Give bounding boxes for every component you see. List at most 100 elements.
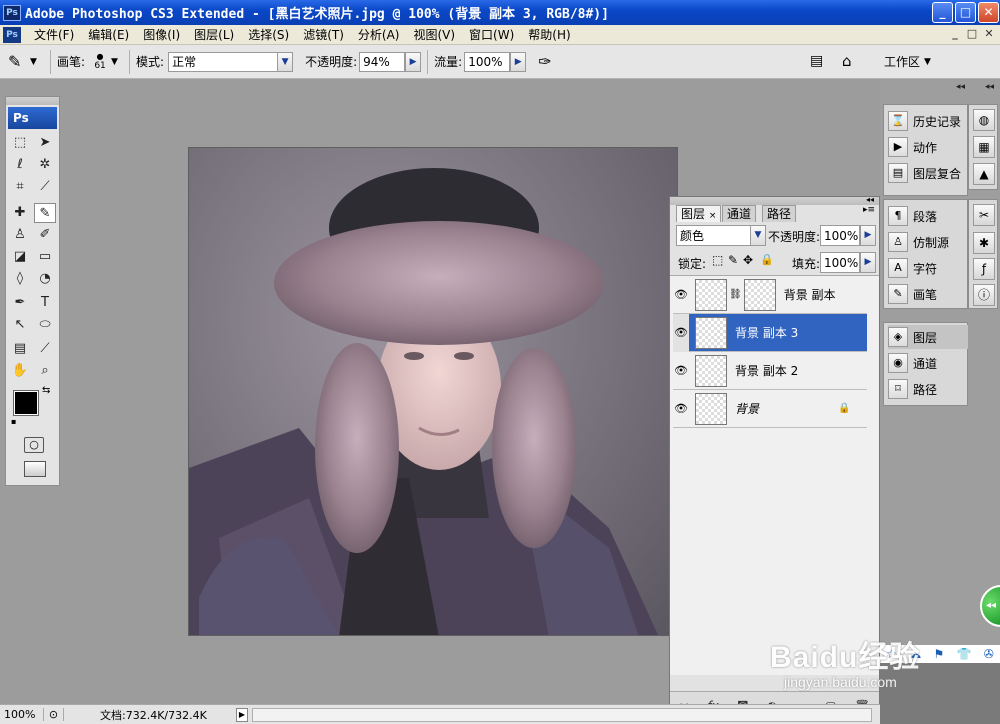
- healing-brush-tool-icon[interactable]: ✚: [9, 203, 31, 223]
- opacity-input[interactable]: 94%: [359, 51, 406, 72]
- swatches-icon[interactable]: ▦: [973, 136, 995, 158]
- close-button[interactable]: ✕: [978, 2, 999, 23]
- menu-filter[interactable]: 滤镜(T): [296, 26, 351, 43]
- brush-preview[interactable]: ● 61: [89, 52, 111, 71]
- menu-help[interactable]: 帮助(H): [521, 26, 577, 43]
- eye-icon[interactable]: 👁: [673, 402, 689, 415]
- dock-collapse-icon-2[interactable]: ◂◂: [985, 82, 994, 92]
- fx-panel-icon[interactable]: ƒ: [973, 258, 995, 280]
- minimize-button[interactable]: _: [932, 2, 953, 23]
- status-options-icon[interactable]: ⊙: [44, 708, 64, 721]
- dock-history[interactable]: ⌛ 历史记录: [888, 109, 968, 133]
- tab-close-icon[interactable]: ×: [709, 211, 717, 221]
- brush-tool-preset-icon[interactable]: ✎: [8, 52, 30, 71]
- layer-row-selected[interactable]: 👁 背景 副本 3: [673, 313, 867, 352]
- dock-layers[interactable]: ◈ 图层: [888, 325, 968, 349]
- wrench-icon[interactable]: ✇: [984, 647, 994, 661]
- navigator-icon[interactable]: ◍: [973, 109, 995, 131]
- swap-colors-icon[interactable]: ⇆: [42, 385, 50, 396]
- horizontal-scrollbar[interactable]: [252, 708, 872, 722]
- tab-layers[interactable]: 图层 ×: [676, 205, 722, 222]
- layer-opacity-slider-icon[interactable]: ▶: [860, 225, 876, 246]
- clone-stamp-tool-icon[interactable]: ♙: [9, 225, 31, 245]
- zoom-value[interactable]: 100%: [0, 708, 44, 721]
- doc-restore-button[interactable]: □: [965, 27, 979, 41]
- document-canvas[interactable]: [188, 147, 678, 636]
- styles-icon[interactable]: ▲: [973, 163, 995, 185]
- preset-dropdown-icon[interactable]: ▼: [30, 57, 44, 67]
- layer-opacity-input[interactable]: 100%: [820, 225, 860, 246]
- flow-slider-icon[interactable]: ▶: [510, 51, 527, 72]
- lock-all-icon[interactable]: 🔒: [760, 253, 774, 266]
- blend-mode-dropdown-icon[interactable]: ▼: [750, 225, 766, 246]
- dock-paragraph[interactable]: ¶ 段落: [888, 204, 968, 228]
- layer-mask-thumbnail[interactable]: [743, 278, 776, 311]
- panel-header[interactable]: [670, 197, 879, 205]
- menu-select[interactable]: 选择(S): [241, 26, 296, 43]
- shape-tool-icon[interactable]: ⬭: [34, 315, 56, 335]
- dodge-tool-icon[interactable]: ◔: [34, 269, 56, 289]
- eye-icon[interactable]: 👁: [673, 364, 689, 377]
- doc-close-button[interactable]: ✕: [982, 27, 996, 41]
- maximize-button[interactable]: □: [955, 2, 976, 23]
- dock-character[interactable]: A 字符: [888, 256, 968, 280]
- dock-clone-source[interactable]: ♙ 仿制源: [888, 230, 968, 254]
- dock-brushes[interactable]: ✎ 画笔: [888, 282, 968, 306]
- eyedropper-tool-icon[interactable]: ⟋: [34, 339, 56, 359]
- type-tool-icon[interactable]: T: [34, 293, 56, 313]
- dock-layer-comps[interactable]: ▤ 图层复合: [888, 161, 968, 185]
- flow-input[interactable]: 100%: [464, 51, 511, 72]
- history-brush-tool-icon[interactable]: ✐: [34, 225, 56, 245]
- info-icon[interactable]: ⓘ: [973, 284, 995, 306]
- tab-channels[interactable]: 通道: [722, 205, 757, 222]
- eraser-tool-icon[interactable]: ◪: [9, 247, 31, 267]
- layer-row[interactable]: 👁 背景 副本 2: [673, 352, 867, 390]
- panel-collapse-icon[interactable]: ◂◂: [866, 195, 874, 204]
- blur-tool-icon[interactable]: ◊: [9, 269, 31, 289]
- dock-actions[interactable]: ▶ 动作: [888, 135, 968, 159]
- panel-menu-icon[interactable]: ▸≡: [863, 205, 875, 215]
- palette-well-icon[interactable]: ▤: [810, 53, 823, 69]
- lock-pixels-icon[interactable]: ✎: [728, 253, 738, 267]
- layer-row[interactable]: 👁 背景 🔒: [673, 390, 867, 428]
- menu-view[interactable]: 视图(V): [406, 26, 462, 43]
- menu-analysis[interactable]: 分析(A): [351, 26, 407, 43]
- eyedropper-slice-tool-icon[interactable]: ⟋: [34, 177, 56, 197]
- magic-wand-tool-icon[interactable]: ✲: [34, 155, 56, 175]
- bridge-icon[interactable]: ⌂: [842, 52, 852, 70]
- menu-edit[interactable]: 编辑(E): [81, 26, 136, 43]
- marquee-tool-icon[interactable]: ⬚: [9, 133, 31, 153]
- dock-collapse-icon[interactable]: ◂◂: [956, 82, 965, 92]
- airbrush-icon[interactable]: ✑: [538, 52, 551, 71]
- dock-paths[interactable]: ⌑ 路径: [888, 377, 968, 401]
- menu-window[interactable]: 窗口(W): [462, 26, 521, 43]
- crop-tool-icon[interactable]: ⌗: [9, 177, 31, 197]
- lock-transparency-icon[interactable]: ⬚: [712, 253, 723, 267]
- menu-file[interactable]: 文件(F): [27, 26, 81, 43]
- doc-minimize-button[interactable]: _: [948, 27, 962, 41]
- foreground-color-swatch[interactable]: [13, 390, 39, 416]
- menu-image[interactable]: 图像(I): [136, 26, 187, 43]
- screen-mode-icon[interactable]: [24, 461, 46, 477]
- chain-icon[interactable]: ⛓: [729, 289, 742, 300]
- status-menu-icon[interactable]: ▶: [236, 708, 248, 722]
- dock-channels[interactable]: ◉ 通道: [888, 351, 968, 375]
- brush-tool-icon[interactable]: ✎: [34, 203, 56, 223]
- tab-paths[interactable]: 路径: [762, 205, 797, 222]
- notes-tool-icon[interactable]: ▤: [9, 339, 31, 359]
- mode-select[interactable]: 正常: [168, 51, 279, 72]
- lock-position-icon[interactable]: ✥: [743, 253, 753, 267]
- lasso-tool-icon[interactable]: ℓ: [9, 155, 31, 175]
- measurement-icon[interactable]: ✱: [973, 232, 995, 254]
- tray-icon[interactable]: ⚑: [933, 647, 944, 661]
- move-tool-icon[interactable]: ➤: [34, 133, 56, 153]
- gradient-tool-icon[interactable]: ▭: [34, 247, 56, 267]
- fill-input[interactable]: 100%: [820, 252, 860, 273]
- blend-mode-select[interactable]: 颜色: [676, 225, 752, 246]
- mode-dropdown-icon[interactable]: ▼: [277, 51, 294, 72]
- quick-mask-icon[interactable]: ○: [24, 437, 44, 453]
- toolbox-grip[interactable]: [6, 97, 59, 105]
- layer-row[interactable]: 👁 ⛓ 背景 副本: [673, 276, 867, 314]
- path-selection-tool-icon[interactable]: ↖: [9, 315, 31, 335]
- hand-tool-icon[interactable]: ✋: [9, 361, 31, 381]
